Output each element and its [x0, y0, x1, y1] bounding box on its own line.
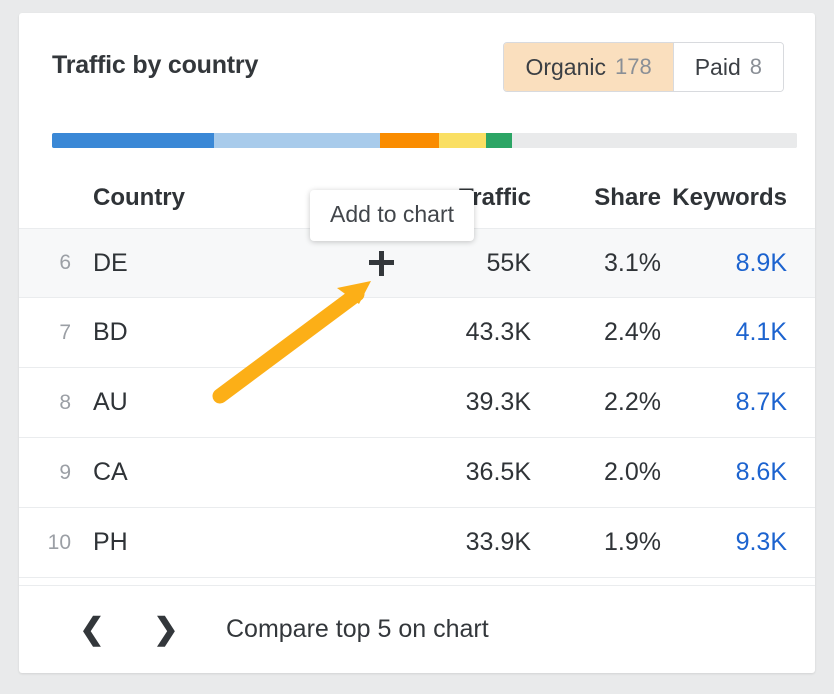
card-header: Traffic by country Organic 178 Paid 8	[19, 13, 815, 107]
add-to-chart-tooltip: Add to chart	[310, 190, 475, 241]
bar-segment-rest	[511, 133, 797, 148]
row-keywords-link[interactable]: 8.6K	[661, 458, 815, 487]
row-rank: 9	[59, 460, 71, 484]
row-keywords-link[interactable]: 8.7K	[661, 388, 815, 417]
row-traffic: 33.9K	[465, 528, 531, 556]
tab-paid-label: Paid	[694, 53, 741, 80]
row-keywords-link[interactable]: 4.1K	[661, 318, 815, 347]
row-keywords-link[interactable]: 8.9K	[661, 249, 815, 278]
row-action-cell	[341, 250, 421, 276]
table-row[interactable]: 8 AU 39.3K 2.2% 8.7K	[19, 368, 815, 438]
tab-organic-count: 178	[614, 54, 652, 79]
compare-top-5-label[interactable]: Compare top 5 on chart	[226, 615, 489, 644]
bar-segment-4	[439, 133, 486, 148]
row-rank: 8	[59, 390, 71, 414]
row-share: 3.1%	[604, 248, 661, 277]
tab-organic-label: Organic	[525, 53, 606, 80]
table-row[interactable]: 10 PH 33.9K 1.9% 9.3K	[19, 508, 815, 578]
traffic-type-toggle[interactable]: Organic 178 Paid 8	[503, 42, 784, 92]
row-country[interactable]: BD	[71, 318, 341, 347]
traffic-by-country-card: Traffic by country Organic 178 Paid 8 Co…	[19, 13, 815, 673]
card-footer: ❮ ❯ Compare top 5 on chart	[19, 585, 815, 673]
column-header-country[interactable]: Country	[71, 184, 341, 212]
row-share: 2.0%	[604, 458, 661, 486]
bar-segment-1	[52, 133, 214, 148]
tab-paid-count: 8	[749, 54, 762, 79]
row-country[interactable]: AU	[71, 388, 341, 417]
page-title: Traffic by country	[52, 51, 259, 79]
bar-segment-5	[485, 133, 512, 148]
row-country[interactable]: PH	[71, 528, 341, 557]
row-rank: 6	[59, 251, 71, 274]
column-header-share[interactable]: Share	[531, 184, 661, 212]
bar-segment-3	[379, 133, 440, 148]
tab-paid[interactable]: Paid 8	[672, 43, 783, 91]
row-share: 2.4%	[604, 318, 661, 346]
bar-segment-2	[213, 133, 380, 148]
row-traffic: 39.3K	[465, 388, 531, 416]
traffic-share-bar	[52, 133, 797, 148]
row-keywords-link[interactable]: 9.3K	[661, 528, 815, 557]
column-header-keywords[interactable]: Keywords	[661, 184, 815, 212]
row-traffic: 36.5K	[465, 458, 531, 486]
row-country[interactable]: CA	[71, 458, 341, 487]
table-row[interactable]: 7 BD 43.3K 2.4% 4.1K	[19, 298, 815, 368]
row-rank: 10	[47, 530, 71, 554]
row-country[interactable]: DE	[71, 249, 341, 278]
row-share: 2.2%	[604, 388, 661, 416]
tab-organic[interactable]: Organic 178	[504, 43, 673, 91]
row-traffic: 43.3K	[465, 318, 531, 346]
chevron-right-icon[interactable]: ❯	[146, 610, 186, 650]
row-traffic: 55K	[486, 248, 531, 277]
table-row[interactable]: 9 CA 36.5K 2.0% 8.6K	[19, 438, 815, 508]
row-rank: 7	[59, 320, 71, 344]
plus-icon[interactable]	[368, 250, 394, 276]
row-share: 1.9%	[604, 528, 661, 556]
chevron-left-icon[interactable]: ❮	[72, 610, 112, 650]
